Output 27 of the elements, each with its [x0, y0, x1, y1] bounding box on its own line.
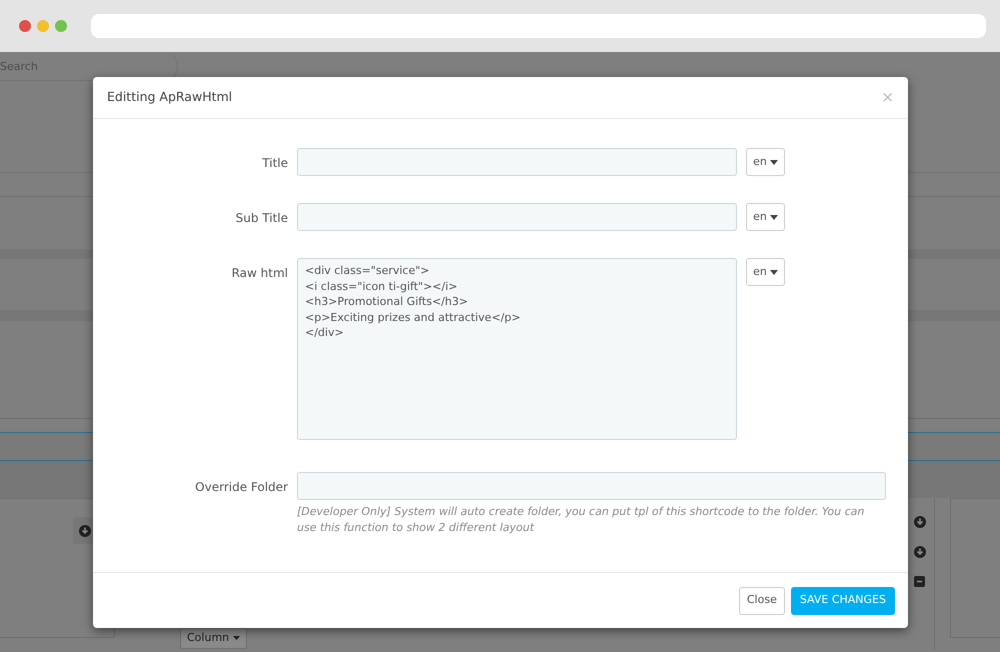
- text-field[interactable]: [297, 148, 737, 176]
- help-text: [Developer Only] System will auto create folder, you can put tpl of this shortcode to the folder. You can use this function to show 2 different layout: [297, 504, 866, 536]
- html-textarea[interactable]: <div class="service"> <i class="icon ti-gift"></i> <h3>Promotional Gifts</h3> <p>Exciting prizes and attractive</p> </div>: [297, 258, 737, 440]
- column-button[interactable]: Column: [180, 628, 247, 648]
- field-label: Override Folder: [194, 479, 289, 496]
- language-dropdown[interactable]: en: [746, 148, 785, 176]
- caret-icon: [770, 214, 778, 220]
- close-button[interactable]: Close: [738, 586, 785, 614]
- close-dot[interactable]: [19, 20, 31, 32]
- text-field[interactable]: [297, 203, 737, 231]
- caret-icon: [770, 270, 778, 274]
- caret-icon: [770, 160, 778, 164]
- field-label: Title: [261, 155, 289, 172]
- field-label: Raw html: [230, 265, 289, 282]
- arrow-down-circle-icon[interactable]: [79, 524, 91, 536]
- caret-icon: [232, 636, 240, 640]
- text-field[interactable]: [297, 472, 886, 500]
- field-label: Sub Title: [234, 210, 289, 227]
- language-dropdown[interactable]: en: [746, 203, 785, 231]
- maximize-dot[interactable]: [55, 20, 67, 32]
- modal-title: Editting ApRawHtml: [107, 88, 232, 106]
- square-icon[interactable]: [914, 576, 925, 587]
- language-dropdown[interactable]: en: [746, 258, 785, 286]
- minimize-dot[interactable]: [37, 20, 49, 32]
- address-bar[interactable]: [91, 14, 986, 38]
- arrow-down-circle-icon[interactable]: [914, 516, 926, 528]
- arrow-down-circle-icon[interactable]: [914, 546, 926, 558]
